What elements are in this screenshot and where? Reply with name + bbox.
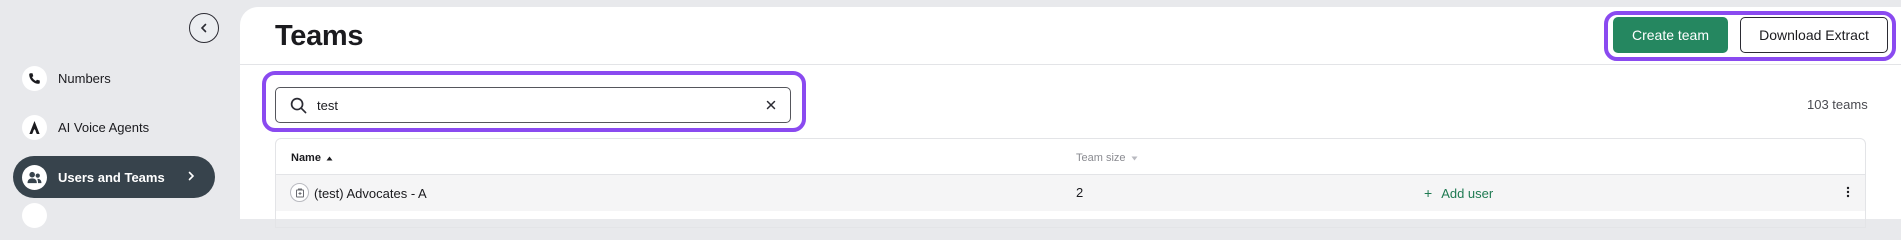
teams-table: Name Team size (test) Advocates - A 2 + … — [275, 138, 1866, 228]
column-header-team-size[interactable]: Team size — [1076, 152, 1138, 164]
chevron-right-icon — [187, 169, 195, 184]
main-panel: Teams Create team Download Extract 103 t… — [240, 7, 1901, 228]
nav-icon — [22, 202, 47, 228]
divider — [240, 64, 1901, 65]
team-name-cell: (test) Advocates - A — [290, 183, 427, 202]
phone-icon — [22, 65, 47, 91]
add-user-label: Add user — [1441, 185, 1494, 201]
sidebar-item-partial[interactable] — [13, 202, 215, 228]
page-title: Teams — [275, 20, 364, 52]
team-count: 103 teams — [1807, 97, 1868, 112]
sort-ascending-icon — [326, 156, 333, 160]
sidebar-item-ai-voice-agents[interactable]: AI Voice Agents — [13, 106, 215, 148]
sidebar-item-numbers[interactable]: Numbers — [13, 57, 215, 99]
team-icon — [290, 183, 309, 202]
sidebar: Numbers AI Voice Agents Users and Teams — [0, 0, 240, 228]
download-extract-button[interactable]: Download Extract — [1740, 17, 1888, 53]
add-user-button[interactable]: + Add user — [1424, 185, 1493, 201]
team-name: (test) Advocates - A — [314, 186, 427, 201]
ai-agent-icon — [22, 114, 47, 140]
collapse-sidebar-button[interactable] — [189, 13, 219, 43]
plus-icon: + — [1424, 185, 1433, 201]
search-icon — [290, 97, 307, 114]
column-header-name[interactable]: Name — [291, 152, 333, 164]
sidebar-item-label: Users and Teams — [58, 169, 165, 185]
sidebar-item-label: AI Voice Agents — [58, 119, 150, 135]
search-input[interactable] — [317, 97, 766, 113]
search-field[interactable] — [275, 87, 791, 123]
column-header-label: Name — [291, 152, 321, 164]
column-header-label: Team size — [1076, 152, 1126, 164]
sidebar-item-label: Numbers — [58, 70, 111, 86]
clear-icon[interactable] — [766, 100, 776, 110]
more-options-icon[interactable] — [1846, 186, 1850, 198]
sidebar-item-users-and-teams[interactable]: Users and Teams — [13, 156, 215, 198]
create-team-button[interactable]: Create team — [1613, 17, 1728, 53]
sort-icon — [1131, 156, 1138, 160]
table-row[interactable]: (test) Advocates - A 2 + Add user — [276, 175, 1865, 211]
users-icon — [22, 164, 47, 190]
team-size: 2 — [1076, 185, 1084, 200]
chevron-left-icon — [200, 23, 207, 33]
